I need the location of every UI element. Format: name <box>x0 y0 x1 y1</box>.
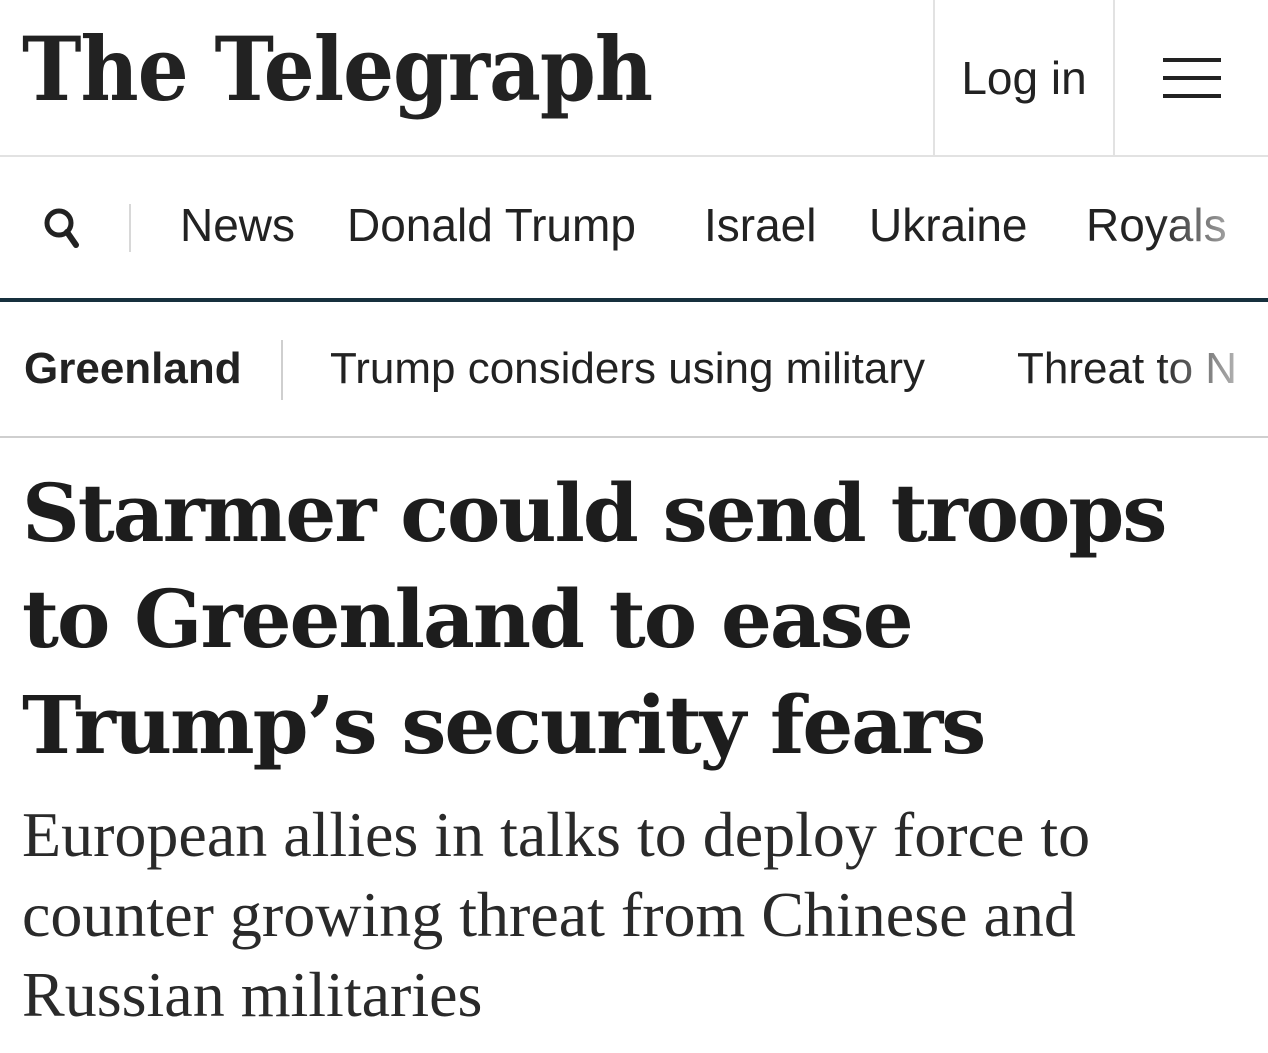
topic-bar: Greenland Trump considers using military… <box>0 302 1268 438</box>
primary-nav: News Donald Trump Israel Ukraine Royals <box>0 157 1268 302</box>
nav-item-donald-trump[interactable]: Donald Trump <box>347 197 636 253</box>
menu-button[interactable] <box>1115 0 1268 155</box>
topic-divider <box>281 340 283 400</box>
topic-link-threat[interactable]: Threat to N <box>1017 340 1237 398</box>
search-icon <box>44 208 79 248</box>
login-button[interactable]: Log in <box>933 0 1115 155</box>
nav-item-news[interactable]: News <box>180 197 295 253</box>
hamburger-icon <box>1162 57 1221 98</box>
search-button[interactable] <box>30 201 94 257</box>
telegraph-logo[interactable]: The Telegraph <box>22 9 653 130</box>
nav-item-israel[interactable]: Israel <box>704 197 816 253</box>
nav-item-royals[interactable]: Royals <box>1086 197 1227 253</box>
topic-label-greenland[interactable]: Greenland <box>24 340 242 398</box>
nav-divider <box>129 204 131 252</box>
article-standfirst: European allies in talks to deploy force… <box>22 799 1091 1030</box>
masthead: The Telegraph Log in <box>0 0 1268 157</box>
nav-item-ukraine[interactable]: Ukraine <box>869 197 1028 253</box>
topic-link-trump-military[interactable]: Trump considers using military <box>330 340 925 398</box>
article-headline: Starmer could send troops to Greenland t… <box>22 466 1167 772</box>
